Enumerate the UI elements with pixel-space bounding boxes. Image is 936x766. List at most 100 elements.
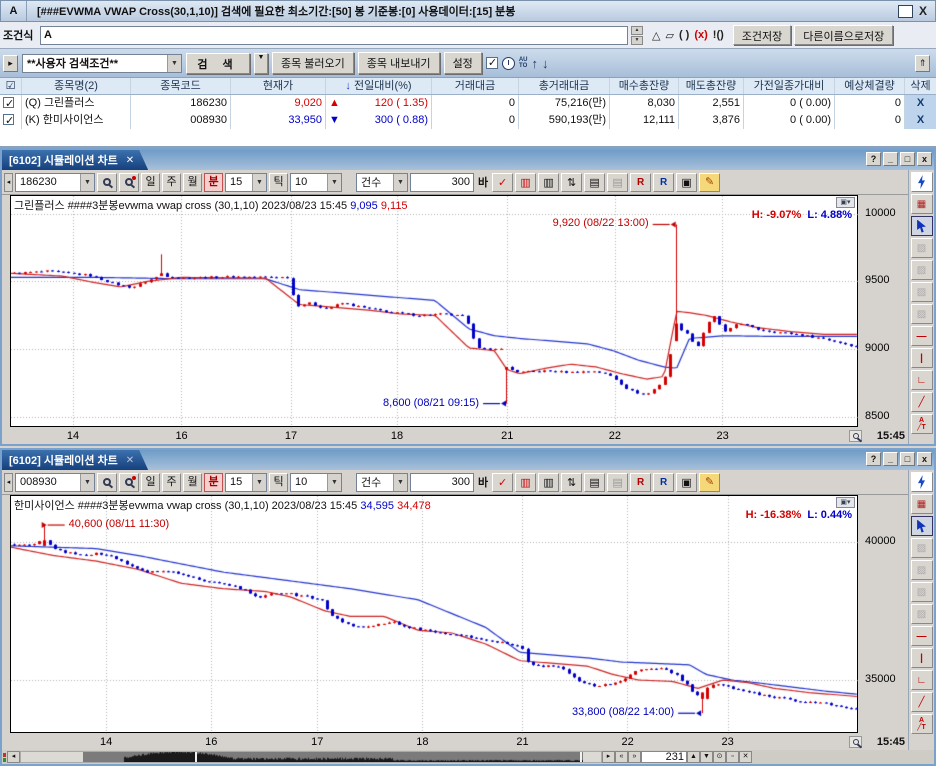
scroll-left-button[interactable]: ◂ [7,751,20,763]
scroll-option-button[interactable]: ⊙ [713,751,726,763]
up-arrow-icon[interactable]: ↑ [531,56,538,71]
edit-folder-icon[interactable]: ✎ [699,173,720,192]
count-select[interactable]: 건수▼ [356,173,408,192]
cursor-tool-icon[interactable] [911,516,933,536]
row-checkbox[interactable] [3,97,14,108]
header-checkbox-icon[interactable]: ☑ [0,78,22,94]
row-checkbox[interactable] [3,114,14,125]
table-row[interactable]: (Q) 그린플러스 186230 9,020 ▲120 ( 1.35) 0 75… [0,95,936,112]
col-change[interactable]: ↓ 전일대비(%) [326,78,432,94]
dock-up-icon[interactable]: ⇑ [915,55,930,72]
col-total-amount[interactable]: 총거래대금 [519,78,610,94]
minute-select[interactable]: 15▼ [225,473,267,492]
scroll-grid-button[interactable]: ▫ [726,751,739,763]
candlestick-chart[interactable]: 한미사이언스 ####3분봉evwma vwap cross (30,1,10)… [10,495,858,733]
save-disk-icon[interactable]: ▣ [676,173,697,192]
period-day-button[interactable]: 일 [141,173,160,192]
preset-select[interactable]: **사용자 검색조건** ▼ [22,54,182,73]
col-delete[interactable]: 삭제 [905,78,936,94]
eraser-icon[interactable]: ▱ [665,29,673,42]
paren-not-icon[interactable]: !() [713,29,724,41]
minimize-button[interactable]: _ [883,452,898,466]
volume-red-icon[interactable]: ▥ [515,173,536,192]
save-as-button[interactable]: 다른이름으로저장 [794,25,893,45]
vline-tool-icon[interactable]: | [911,648,933,668]
chart-style-button[interactable]: ▣▾ [836,497,855,508]
help-button[interactable]: ? [866,152,881,166]
candlestick-chart-canvas[interactable] [11,496,859,734]
table-row[interactable]: (K) 한미사이언스 008930 33,950 ▼300 ( 0.88) 0 … [0,112,936,129]
tab-close-icon[interactable]: ✕ [126,455,134,466]
play-button[interactable]: ▸ [602,751,615,763]
period-minute-button[interactable]: 분 [204,173,223,192]
trendline-tool-icon[interactable]: ╱ [911,692,933,712]
candlestick-chart[interactable]: 그린플러스 ####3분봉evwma vwap cross (30,1,10) … [10,195,858,427]
period-week-button[interactable]: 주 [162,173,181,192]
fast-forward-button[interactable]: » [628,751,641,763]
hand-tool-icon[interactable]: ▨ [911,260,933,280]
maximize-button[interactable]: □ [900,452,915,466]
sort-updown-icon[interactable]: ⇅ [561,473,582,492]
search-stock-button[interactable] [97,173,117,192]
hand-tool-icon[interactable]: ▨ [911,560,933,580]
quick-order-button[interactable] [911,472,933,492]
doc-copy-icon[interactable]: ▤ [584,473,605,492]
volume-gray-icon[interactable]: ▥ [538,173,559,192]
fast-back-button[interactable]: « [615,751,628,763]
col-name[interactable]: 종목명(2) [22,78,131,94]
chartline-tool-icon[interactable]: ▨ [911,304,933,324]
period-month-button[interactable]: 월 [183,173,202,192]
clock-icon[interactable] [502,57,515,70]
scroll-track[interactable] [20,751,602,763]
col-price[interactable]: 현재가 [231,78,326,94]
paren-x-icon[interactable]: (x) [694,29,707,41]
volume-gray-icon[interactable]: ▥ [538,473,559,492]
cursor-tool-icon[interactable] [911,216,933,236]
chart-hscrollbar[interactable]: ◂ ▸ « » 231 ▲ ▼ ⊙ ▫ ✕ [2,750,934,764]
doc-r-blue-icon[interactable]: R [653,173,674,192]
realtime-checkbox[interactable] [486,57,498,69]
edit-folder-icon[interactable]: ✎ [699,473,720,492]
chartline-tool-icon[interactable]: ▨ [911,604,933,624]
indicator-check-icon[interactable]: ✓ [492,473,513,492]
volume-red-icon[interactable]: ▥ [515,473,536,492]
minimize-button[interactable]: _ [883,152,898,166]
scroll-close-button[interactable]: ✕ [739,751,752,763]
dock-left-icon[interactable]: ▸ [3,55,18,72]
nav-left-icon[interactable]: ◂ [4,473,13,492]
doc-print-icon[interactable]: ▤ [607,173,628,192]
tab-simulation-chart[interactable]: [6102] 시뮬레이션 차트✕ [2,150,148,170]
close-button[interactable]: x [917,452,932,466]
tick-select[interactable]: 10▼ [290,173,342,192]
down-arrow-icon[interactable]: ↓ [542,56,549,71]
triangle-icon[interactable]: △ [652,29,660,42]
chart-style-button[interactable]: ▣▾ [836,197,855,208]
angle-tool-icon[interactable]: ∟ [911,370,933,390]
text-tool-icon[interactable]: A╱T [911,714,933,734]
spin-up-icon[interactable]: ▲ [631,26,643,35]
period-tick-button[interactable]: 틱 [269,173,288,192]
hline-tool-icon[interactable]: — [911,626,933,646]
spin-down-icon[interactable]: ▼ [631,36,643,45]
condition-spinner[interactable]: ▲ ▼ [631,26,643,45]
scroll-thumb[interactable] [83,752,583,762]
step-back-button[interactable]: ▲ [687,751,700,763]
period-tick-button[interactable]: 틱 [269,473,288,492]
delete-row-button[interactable]: X [905,112,936,129]
search-chart-button[interactable] [119,473,139,492]
tick-select[interactable]: 10▼ [290,473,342,492]
paren-icon[interactable]: ( ) [679,29,689,41]
save-condition-button[interactable]: 조건저장 [733,25,791,45]
draw-tool-icon[interactable]: ▨ [911,582,933,602]
quick-order-button[interactable] [911,172,933,192]
draw-tool-icon[interactable]: ▨ [911,282,933,302]
help-button[interactable]: ? [866,452,881,466]
period-day-button[interactable]: 일 [141,473,160,492]
col-code[interactable]: 종목코드 [131,78,231,94]
chevron-down-icon[interactable]: ▼ [167,55,181,72]
col-amount[interactable]: 거래대금 [432,78,519,94]
nav-left-icon[interactable]: ◂ [4,173,13,192]
settings-button[interactable]: 설정 [444,52,482,74]
bar-count-input[interactable]: 300 [410,473,474,492]
doc-r-red-icon[interactable]: R [630,473,651,492]
